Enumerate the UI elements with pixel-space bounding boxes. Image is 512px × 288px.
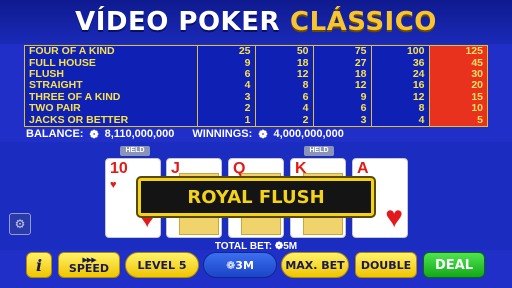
balance-label: BALANCE: [26, 128, 84, 140]
paytable-payout: 3 [313, 114, 372, 126]
info-button[interactable]: i [26, 252, 52, 278]
paytable-row: JACKS OR BETTER 1 2 3 4 5 [25, 114, 487, 126]
paytable-hand: JACKS OR BETTER [25, 114, 198, 126]
gear-icon: ⚙ [14, 217, 26, 231]
paytable-payout: 20 [429, 80, 487, 92]
bet-amount-button[interactable]: ❁ 3M [203, 252, 277, 278]
paytable-payout: 100 [371, 45, 430, 58]
paytable-payout: 75 [313, 45, 372, 58]
paytable-payout: 4 [371, 114, 430, 126]
paytable-payout: 50 [255, 45, 314, 58]
paytable-payout: 2 [255, 114, 314, 126]
card-rank: 10 [110, 160, 128, 177]
paytable-payout: 125 [429, 45, 487, 58]
speed-button[interactable]: ▶▶▶ SPEED [58, 252, 120, 278]
settings-button[interactable]: ⚙ [9, 213, 31, 235]
total-bet: TOTAL BET: ❁5M [0, 241, 512, 252]
paytable-payout: 1 [197, 114, 256, 126]
paytable-payout: 16 [371, 80, 430, 92]
paytable-row: STRAIGHT 4 8 12 16 20 [25, 80, 487, 92]
level-button[interactable]: LEVEL 5 [125, 252, 199, 278]
status-row: BALANCE: ❁ 8,110,000,000 WINNINGS: ❁ 4,0… [26, 128, 344, 141]
paytable-payout: 6 [313, 103, 372, 115]
total-bet-value: 5M [283, 241, 298, 252]
paytable-payout: 10 [429, 103, 487, 115]
held-badge-4: HELD [304, 146, 334, 156]
winnings-value: 4,000,000,000 [273, 128, 344, 140]
paytable-payout: 12 [313, 80, 372, 92]
chip-icon: ❁ [226, 258, 236, 272]
paytable-payout: 4 [255, 103, 314, 115]
max-bet-button[interactable]: MAX. BET [281, 252, 349, 278]
heart-icon: ♥ [110, 179, 117, 191]
paytable-payout: 8 [255, 80, 314, 92]
paytable-hand: STRAIGHT [25, 80, 198, 92]
title-part-1: VÍDEO POKER [75, 7, 280, 37]
paytable-hand: TWO PAIR [25, 103, 198, 115]
total-bet-label: TOTAL BET: [214, 241, 273, 252]
chip-icon: ❁ [274, 241, 284, 252]
held-badge-1: HELD [120, 146, 150, 156]
balance-value: 8,110,000,000 [104, 128, 175, 140]
paytable-payout: 25 [197, 45, 256, 58]
speed-label: SPEED [68, 261, 110, 275]
paytable: FOUR OF A KIND 25 50 75 100 125 FULL HOUSE 9 18 2… [24, 45, 488, 127]
win-banner: ROYAL FLUSH [138, 178, 374, 216]
paytable-payout: 5 [429, 114, 487, 126]
deal-button[interactable]: DEAL [423, 252, 485, 278]
winnings-label: WINNINGS: [192, 128, 253, 140]
paytable-payout: 8 [371, 103, 430, 115]
double-button[interactable]: DOUBLE [355, 252, 417, 278]
chip-icon: ❁ [89, 129, 99, 141]
paytable-payout: 4 [197, 80, 256, 92]
paytable-hand: FOUR OF A KIND [25, 45, 198, 58]
paytable-row: THREE OF A KIND 3 6 9 12 15 [25, 91, 487, 104]
chip-icon: ❁ [258, 129, 268, 141]
title-part-2: CLÁSSICO [289, 7, 437, 37]
paytable-row: TWO PAIR 2 4 6 8 10 [25, 103, 487, 115]
game-title: VÍDEO POKER CLÁSSICO [0, 0, 512, 44]
paytable-row: FOUR OF A KIND 25 50 75 100 125 [25, 45, 487, 58]
paytable-payout: 2 [197, 103, 256, 115]
card-rank: A [357, 160, 369, 177]
bet-amount-label: 3M [235, 258, 254, 272]
heart-icon: ♥ [385, 201, 403, 234]
